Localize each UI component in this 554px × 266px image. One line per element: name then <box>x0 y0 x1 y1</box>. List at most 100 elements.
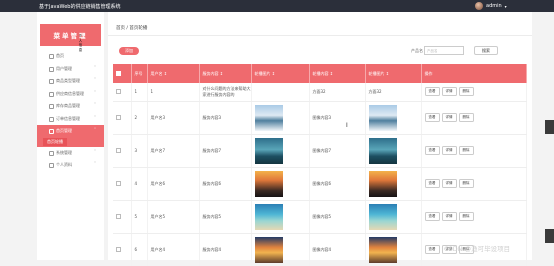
index-cell: 3 <box>131 134 148 168</box>
select-all-header[interactable] <box>113 64 132 83</box>
carousel-image[interactable] <box>368 170 397 197</box>
index-cell: 1 <box>131 83 148 102</box>
scroll-to-top-button[interactable] <box>545 229 554 243</box>
detail-button[interactable]: 详情 <box>441 179 457 188</box>
delete-button[interactable]: 删除 <box>458 146 474 155</box>
detail-button[interactable]: 详情 <box>441 212 457 221</box>
delete-button[interactable]: 删除 <box>458 212 474 221</box>
detail-button[interactable]: 详情 <box>441 87 457 97</box>
table-row: 1 1 对什么问题的方法来帮助大家进行服务内容的 方面32 方面32 查看 详情 删除 <box>113 83 527 102</box>
add-button[interactable]: 添加 <box>119 47 139 55</box>
row-checkbox[interactable] <box>116 88 121 94</box>
carousel-image[interactable] <box>254 203 283 230</box>
search-label: 产品名 <box>411 48 423 53</box>
row-select-cell[interactable] <box>113 134 132 168</box>
user-menu[interactable]: admin ▾ <box>475 2 507 10</box>
column-header[interactable]: 轮播图片 ↕ <box>251 64 310 83</box>
row-select-cell[interactable] <box>113 200 132 234</box>
sidebar-item-profile[interactable]: 个人资料 ˅ <box>37 159 104 172</box>
sidebar-item-homepage-mgmt[interactable]: 首页管理 ˄ <box>37 125 104 138</box>
view-button[interactable]: 查看 <box>424 87 440 97</box>
tag-icon <box>49 79 54 84</box>
data-table: 序号 用户名 ↕ 服务内容 ↕ 轮播图片 ↕ 轮播内容 ↕ 轮播图片 ↕ 操作 … <box>113 64 527 266</box>
username-cell: 用户名6 <box>147 167 200 201</box>
sidebar-item-label: 首页 <box>56 53 64 59</box>
row-select-cell[interactable] <box>113 233 132 266</box>
chevron-down-icon[interactable]: ▾ <box>505 4 507 9</box>
row-checkbox[interactable] <box>116 114 121 120</box>
sidebar-item-suppliers[interactable]: 供应商信息管理 ˅ <box>37 88 104 101</box>
row-select-cell[interactable] <box>113 83 132 102</box>
sidebar-subitem-carousel[interactable]: 首页轮播 <box>37 137 104 147</box>
image-cell: 方面32 <box>365 83 422 102</box>
sidebar-item-inventory[interactable]: 库存商品管理 ˅ <box>37 100 104 113</box>
list-icon <box>49 91 54 97</box>
view-button[interactable]: 查看 <box>424 212 440 221</box>
detail-button[interactable]: 详情 <box>441 146 457 155</box>
gear-icon <box>49 150 54 156</box>
carousel-image[interactable] <box>368 203 397 230</box>
table-row: 5 用户名5 服务内容5 图像内容5 查看 详情 删除 <box>113 200 527 234</box>
column-header[interactable]: 序号 <box>131 64 148 83</box>
carousel-image[interactable] <box>368 236 397 263</box>
description-cell: 图像内容6 <box>309 167 366 201</box>
row-checkbox[interactable] <box>116 213 121 219</box>
index-cell: 6 <box>131 233 148 266</box>
delete-button[interactable]: 删除 <box>458 87 474 97</box>
image-cell <box>251 101 310 135</box>
sidebar-item-home[interactable]: 首页 <box>37 50 104 63</box>
scrollbar-handle[interactable] <box>545 120 554 134</box>
column-header[interactable]: 服务内容 ↕ <box>199 64 252 83</box>
row-checkbox[interactable] <box>116 246 121 252</box>
sidebar-item-orders[interactable]: 订单信息管理 ˅ <box>37 113 104 126</box>
select-all-checkbox[interactable] <box>116 70 121 76</box>
carousel-image[interactable] <box>368 104 397 131</box>
column-header[interactable]: 轮播图片 ↕ <box>365 64 422 83</box>
breadcrumb: 首页 / 首页轮播 <box>108 22 532 36</box>
delete-button[interactable]: 删除 <box>458 113 474 122</box>
detail-button[interactable]: 详情 <box>441 113 457 122</box>
delete-button[interactable]: 删除 <box>458 179 474 188</box>
image-cell <box>365 167 422 201</box>
image-cell <box>365 134 422 168</box>
image-cell <box>365 233 422 266</box>
sidebar-item-product-types[interactable]: 商品类型管理 ˅ <box>37 75 104 88</box>
carousel-image[interactable] <box>254 236 283 263</box>
sidebar-nav: 首页 用户管理 ˅ 商品类型管理 ˅ 供应商信息管理 ˅ 库存商品管理 ˅ 订单信息管理… <box>37 50 104 172</box>
table-header: 序号 用户名 ↕ 服务内容 ↕ 轮播图片 ↕ 轮播内容 ↕ 轮播图片 ↕ 操作 <box>113 64 527 83</box>
view-button[interactable]: 查看 <box>424 146 440 155</box>
username-cell: 用户名4 <box>147 233 200 266</box>
service-content-cell: 服务内容6 <box>199 167 252 201</box>
sidebar-item-label: 商品类型管理 <box>56 78 80 84</box>
carousel-image[interactable] <box>254 137 283 164</box>
table-row: 2 用户名3 服务内容3 图像内容3 查看 详情 删除 <box>113 101 527 135</box>
view-button[interactable]: 查看 <box>424 179 440 188</box>
carousel-image[interactable] <box>368 137 397 164</box>
grid-icon <box>49 129 54 134</box>
chevron-down-icon: ˅ <box>94 64 96 70</box>
row-checkbox[interactable] <box>116 147 121 153</box>
chevron-down-icon: ˅ <box>94 102 96 107</box>
sidebar-item-users[interactable]: 用户管理 ˅ <box>37 63 104 76</box>
row-checkbox[interactable] <box>116 180 121 186</box>
view-button[interactable]: 查看 <box>424 245 440 255</box>
carousel-image[interactable] <box>254 170 283 197</box>
search-input[interactable]: 产品名 <box>424 46 464 55</box>
column-header[interactable]: 轮播内容 ↕ <box>309 64 366 83</box>
user-name[interactable]: admin <box>486 3 502 9</box>
row-select-cell[interactable] <box>113 101 132 135</box>
sidebar-item-system[interactable]: 系统管理 ˅ <box>37 147 104 160</box>
index-cell: 5 <box>131 200 148 234</box>
column-header[interactable]: 用户名 ↕ <box>147 64 200 83</box>
sidebar-subitem-label: 首页轮播 <box>43 138 67 146</box>
table-row: 3 用户名7 服务内容7 图像内容7 查看 详情 删除 <box>113 134 527 168</box>
avatar[interactable] <box>475 2 483 10</box>
index-cell: 2 <box>131 101 148 135</box>
row-select-cell[interactable] <box>113 167 132 201</box>
sidebar-item-label: 首页管理 <box>56 128 72 134</box>
view-button[interactable]: 查看 <box>424 113 440 122</box>
search-button[interactable]: 搜索 <box>474 46 498 55</box>
carousel-image[interactable] <box>254 104 283 131</box>
image-cell <box>251 200 310 234</box>
username-cell: 用户名3 <box>147 101 200 135</box>
